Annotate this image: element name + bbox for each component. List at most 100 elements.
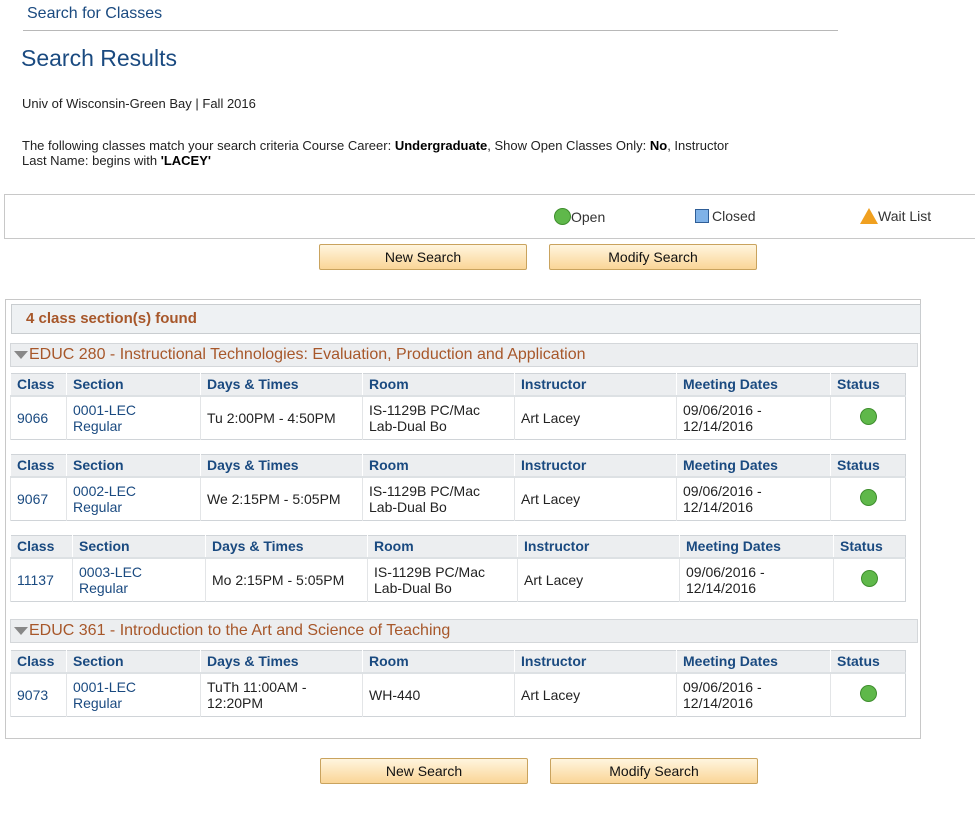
- nav-title: Search for Classes: [27, 5, 163, 22]
- table-header-row: Class Section Days & Times Room Instruct…: [10, 454, 906, 478]
- section-table: Class Section Days & Times Room Instruct…: [10, 650, 906, 717]
- course-header-educ-361[interactable]: EDUC 361 - Introduction to the Art and S…: [10, 619, 918, 643]
- legend-open-label: Open: [571, 208, 606, 225]
- col-instructor: Instructor: [514, 373, 677, 397]
- meeting-dates: 09/06/2016 -12/14/2016: [676, 395, 831, 440]
- open-status-icon: [859, 407, 877, 425]
- col-days-times: Days & Times: [200, 650, 363, 674]
- criteria-career: Undergraduate: [394, 138, 488, 153]
- course-title: EDUC 361 - Introduction to the Art and S…: [14, 622, 450, 640]
- new-search-button[interactable]: New Search: [320, 758, 528, 784]
- instructor: Art Lacey: [514, 395, 677, 440]
- col-meeting-dates: Meeting Dates: [679, 535, 834, 559]
- col-days-times: Days & Times: [200, 373, 363, 397]
- col-meeting-dates: Meeting Dates: [676, 650, 831, 674]
- class-number-link[interactable]: 9073: [10, 672, 67, 717]
- class-number-link[interactable]: 9067: [10, 476, 67, 521]
- legend-closed: Closed: [695, 208, 756, 224]
- table-row: 9066 0001-LEC Regular Tu 2:00PM - 4:50PM …: [10, 395, 906, 440]
- col-room: Room: [362, 454, 515, 478]
- section-link[interactable]: 0001-LEC Regular: [66, 395, 201, 440]
- col-meeting-dates: Meeting Dates: [676, 373, 831, 397]
- results-header: 4 class section(s) found: [11, 304, 921, 334]
- criteria-sep1: , Show Open Classes Only:: [487, 138, 650, 153]
- section-type: Regular: [73, 417, 123, 434]
- col-status: Status: [830, 373, 906, 397]
- days-times-line-1: TuTh 11:00AM -: [207, 678, 307, 695]
- col-class: Class: [10, 535, 73, 559]
- section-code: 0003-LEC: [79, 563, 143, 580]
- search-criteria: The following classes match your search …: [22, 138, 742, 168]
- room: IS-1129B PC/Mac Lab-Dual Bo: [362, 395, 515, 440]
- class-number-link[interactable]: 11137: [10, 557, 73, 602]
- col-room: Room: [367, 535, 518, 559]
- section-type: Regular: [79, 579, 129, 596]
- status-legend: Open Closed Wait List: [4, 194, 975, 239]
- room-line-2: Lab-Dual Bo: [374, 579, 452, 596]
- section-code: 0001-LEC: [73, 678, 137, 695]
- legend-wait-list: Wait List: [860, 208, 931, 224]
- section-type: Regular: [73, 694, 123, 711]
- modify-search-button[interactable]: Modify Search: [550, 758, 758, 784]
- legend-open: Open: [554, 208, 605, 225]
- days-times: Mo 2:15PM - 5:05PM: [205, 557, 368, 602]
- col-instructor: Instructor: [514, 454, 677, 478]
- open-status-icon: [859, 684, 877, 702]
- open-status-icon: [861, 569, 878, 587]
- table-row: 11137 0003-LEC Regular Mo 2:15PM - 5:05PM…: [10, 557, 906, 602]
- table-row: 9073 0001-LEC Regular TuTh 11:00AM -12:20…: [10, 672, 906, 717]
- section-table: Class Section Days & Times Room Instruct…: [10, 535, 906, 602]
- open-status-icon: [554, 208, 571, 225]
- meeting-dates: 09/06/2016 -12/14/2016: [676, 476, 831, 521]
- section-link[interactable]: 0001-LEC Regular: [66, 672, 201, 717]
- room-line-1: IS-1129B PC/Mac: [369, 401, 481, 418]
- table-header-row: Class Section Days & Times Room Instruct…: [10, 650, 906, 674]
- results-count: 4 class section(s) found: [26, 310, 197, 327]
- status-cell: [830, 395, 906, 440]
- col-days-times: Days & Times: [205, 535, 368, 559]
- room-line-1: IS-1129B PC/Mac: [369, 482, 481, 499]
- instructor: Art Lacey: [514, 672, 677, 717]
- class-number-link[interactable]: 9066: [10, 395, 67, 440]
- dates-start: 09/06/2016 -: [686, 563, 765, 580]
- section-type: Regular: [73, 498, 123, 515]
- col-days-times: Days & Times: [200, 454, 363, 478]
- section-link[interactable]: 0003-LEC Regular: [72, 557, 206, 602]
- room-line-2: Lab-Dual Bo: [369, 498, 447, 515]
- days-times-line-2: 12:20PM: [207, 694, 264, 711]
- legend-closed-label: Closed: [712, 208, 756, 224]
- modify-search-button[interactable]: Modify Search: [549, 244, 757, 270]
- open-status-icon: [859, 488, 877, 506]
- closed-status-icon: [695, 209, 709, 223]
- new-search-button[interactable]: New Search: [319, 244, 527, 270]
- dates-end: 12/14/2016: [683, 417, 754, 434]
- course-header-educ-280[interactable]: EDUC 280 - Instructional Technologies: E…: [10, 343, 918, 367]
- days-times: TuTh 11:00AM -12:20PM: [200, 672, 363, 717]
- course-title-text: EDUC 361 - Introduction to the Art and S…: [29, 622, 451, 639]
- page-title: Search Results: [21, 45, 177, 71]
- room-line-1: IS-1129B PC/Mac: [374, 563, 486, 580]
- section-table: Class Section Days & Times Room Instruct…: [10, 454, 906, 521]
- col-room: Room: [362, 650, 515, 674]
- dates-start: 09/06/2016 -: [683, 401, 762, 418]
- room: WH-440: [362, 672, 515, 717]
- dates-start: 09/06/2016 -: [683, 482, 762, 499]
- status-cell: [833, 557, 906, 602]
- col-section: Section: [66, 650, 201, 674]
- dates-start: 09/06/2016 -: [683, 678, 762, 695]
- collapse-triangle-icon[interactable]: [14, 627, 28, 635]
- results-panel: 4 class section(s) found EDUC 280 - Inst…: [5, 299, 921, 739]
- section-link[interactable]: 0002-LEC Regular: [66, 476, 201, 521]
- collapse-triangle-icon[interactable]: [14, 351, 28, 359]
- table-row: 9067 0002-LEC Regular We 2:15PM - 5:05PM …: [10, 476, 906, 521]
- col-section: Section: [66, 454, 201, 478]
- col-status: Status: [830, 454, 906, 478]
- col-section: Section: [72, 535, 206, 559]
- room-line-2: Lab-Dual Bo: [369, 417, 447, 434]
- room: IS-1129B PC/Mac Lab-Dual Bo: [367, 557, 518, 602]
- dates-end: 12/14/2016: [686, 579, 757, 596]
- section-table: Class Section Days & Times Room Instruct…: [10, 373, 906, 440]
- wait-list-status-icon: [860, 208, 878, 224]
- col-section: Section: [66, 373, 201, 397]
- room: IS-1129B PC/Mac Lab-Dual Bo: [362, 476, 515, 521]
